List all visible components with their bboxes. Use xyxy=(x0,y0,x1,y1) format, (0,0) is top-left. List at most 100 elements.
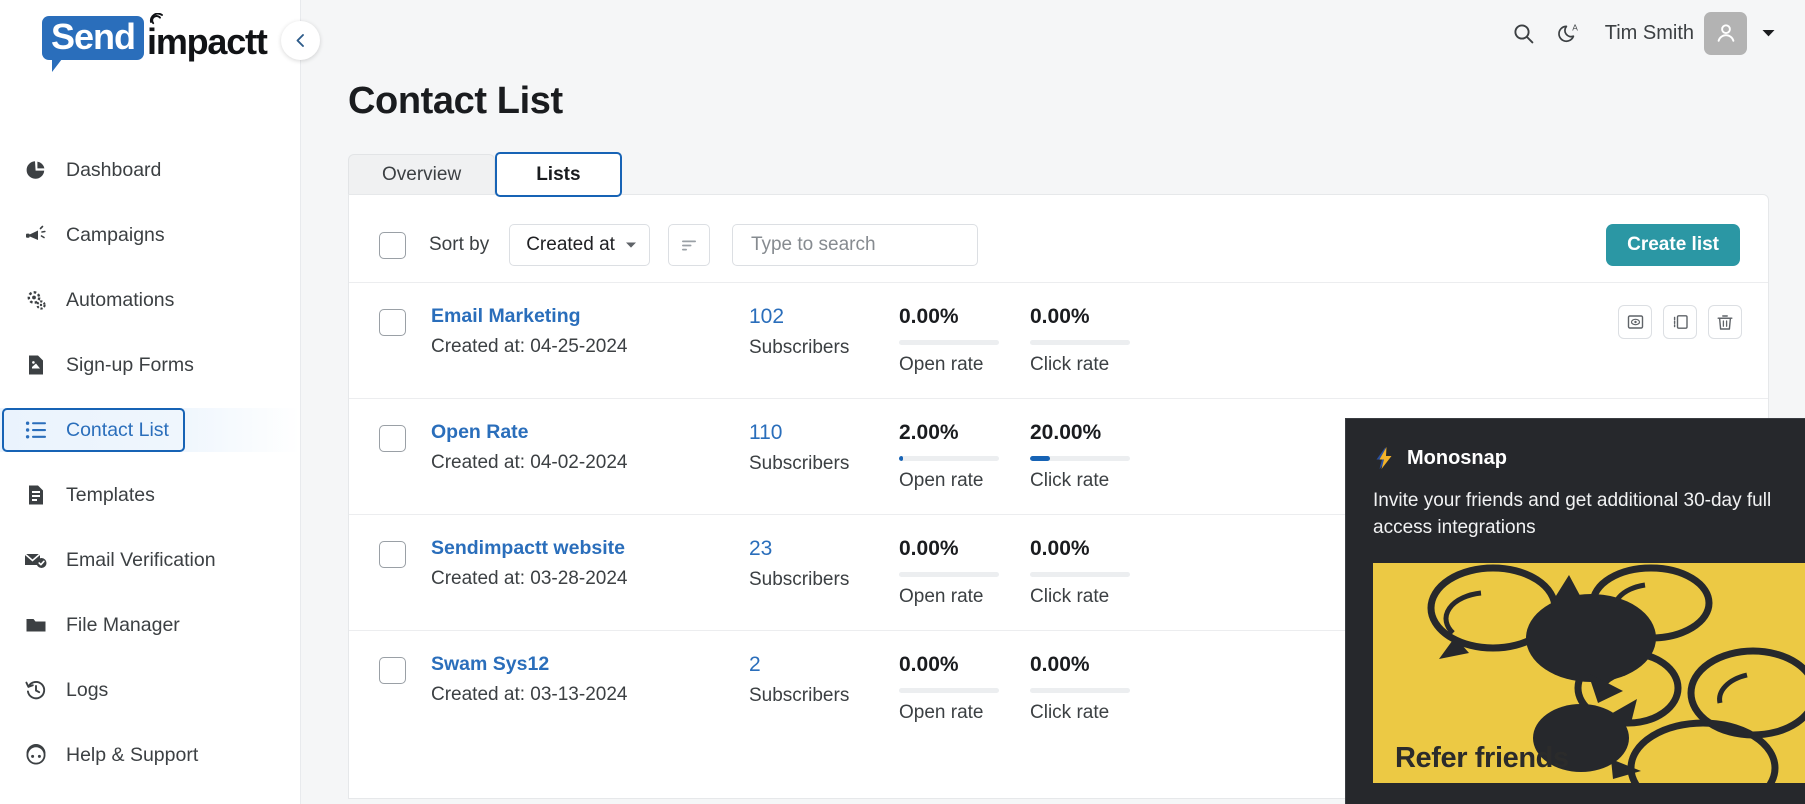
sort-field-select[interactable]: Created at xyxy=(509,224,650,266)
list-search-box[interactable] xyxy=(731,224,996,266)
sidebar-item-campaigns[interactable]: Campaigns xyxy=(0,213,300,257)
logo-word-wrap: impactt xyxy=(147,13,268,62)
open-rate-bar xyxy=(899,572,999,577)
click-rate-bar-fill xyxy=(1030,456,1050,461)
folder-icon xyxy=(22,616,50,634)
template-document-icon xyxy=(22,484,50,506)
subscribers-cell: 23 Subscribers xyxy=(749,537,899,591)
click-rate-label: Click rate xyxy=(1030,586,1110,607)
sidebar-item-templates[interactable]: Templates xyxy=(0,473,300,517)
sort-descending-icon xyxy=(681,240,696,251)
click-rate-cell: 0.00% Click rate xyxy=(1030,537,1161,608)
open-rate-bar xyxy=(899,340,999,345)
megaphone-icon xyxy=(22,224,50,246)
list-name-link[interactable]: Open Rate xyxy=(431,421,749,444)
pie-chart-icon xyxy=(22,159,50,181)
caret-down-icon xyxy=(1762,30,1774,37)
open-rate-label: Open rate xyxy=(899,586,984,607)
gears-icon xyxy=(22,289,50,312)
row-checkbox[interactable] xyxy=(379,309,406,336)
table-row[interactable]: Email Marketing Created at: 04-25-2024 1… xyxy=(349,282,1768,398)
open-rate-label: Open rate xyxy=(899,470,984,491)
open-rate-cell: 0.00% Open rate xyxy=(899,305,1030,376)
wifi-signal-icon xyxy=(149,13,163,25)
sidebar-item-label: Contact List xyxy=(66,418,169,441)
subscribers-count[interactable]: 110 xyxy=(749,421,899,445)
row-name-cell: Swam Sys12 Created at: 03-13-2024 xyxy=(431,653,749,706)
sidebar-item-label: Automations xyxy=(66,288,175,311)
logo-word-text: impactt xyxy=(147,21,268,62)
click-rate-value: 20.00% xyxy=(1030,421,1102,444)
sidebar-item-label: Logs xyxy=(66,678,109,701)
search-input[interactable] xyxy=(750,234,996,256)
svg-text:A: A xyxy=(1572,22,1578,32)
sort-direction-button[interactable] xyxy=(667,224,710,266)
sidebar-item-help-support[interactable]: Help & Support xyxy=(0,733,300,777)
select-all-checkbox[interactable] xyxy=(379,231,406,259)
click-rate-bar xyxy=(1030,688,1130,693)
subscribers-count[interactable]: 102 xyxy=(749,305,899,329)
headset-icon xyxy=(22,744,50,766)
subscribers-cell: 2 Subscribers xyxy=(749,653,899,707)
open-rate-label: Open rate xyxy=(899,354,984,375)
create-list-button[interactable]: Create list xyxy=(1606,224,1740,266)
sidebar-item-logs[interactable]: Logs xyxy=(0,668,300,712)
tab-label: Overview xyxy=(382,164,462,185)
open-rate-bar xyxy=(899,688,999,693)
sidebar-item-file-manager[interactable]: File Manager xyxy=(0,603,300,647)
row-checkbox[interactable] xyxy=(379,657,406,684)
subscribers-label: Subscribers xyxy=(749,337,850,358)
open-rate-value: 0.00% xyxy=(899,305,959,328)
list-name-link[interactable]: Sendimpactt website xyxy=(431,537,749,560)
sidebar-collapse-button[interactable] xyxy=(281,21,320,60)
row-checkbox[interactable] xyxy=(379,425,406,452)
sidebar-item-label: Sign-up Forms xyxy=(66,353,194,376)
sort-by-label: Sort by xyxy=(429,234,490,255)
sidebar-item-automations[interactable]: Automations xyxy=(0,278,300,322)
user-menu-button[interactable] xyxy=(1753,18,1783,48)
sidebar-item-label: File Manager xyxy=(66,613,180,636)
subscribers-count[interactable]: 23 xyxy=(749,537,899,561)
history-clock-icon xyxy=(22,679,50,701)
sidebar-item-contact-list[interactable]: Contact List xyxy=(0,408,300,452)
sidebar: Send impactt Dashboard Campaigns Automat… xyxy=(0,0,320,804)
lists-toolbar: Sort by Created at Type to search Create… xyxy=(349,195,1768,266)
tab-overview[interactable]: Overview xyxy=(348,154,496,195)
click-rate-cell: 20.00% Click rate xyxy=(1030,421,1161,492)
monosnap-message: Invite your friends and get additional 3… xyxy=(1373,490,1772,538)
delete-button[interactable] xyxy=(1708,305,1742,339)
list-created-date: Created at: 04-25-2024 xyxy=(431,336,628,357)
duplicate-button[interactable] xyxy=(1663,305,1697,339)
click-rate-bar xyxy=(1030,572,1130,577)
logo-mark-text: Send xyxy=(51,16,136,57)
theme-toggle-button[interactable]: A xyxy=(1547,10,1593,56)
list-name-link[interactable]: Email Marketing xyxy=(431,305,749,328)
click-rate-cell: 0.00% Click rate xyxy=(1030,305,1161,376)
topbar: A Tim Smith xyxy=(301,0,1805,66)
list-name-link[interactable]: Swam Sys12 xyxy=(431,653,749,676)
sidebar-item-signup-forms[interactable]: Sign-up Forms xyxy=(0,343,300,387)
tab-label: Lists xyxy=(536,163,581,185)
monosnap-header: Monosnap xyxy=(1346,419,1805,470)
monosnap-notification[interactable]: Monosnap Invite your friends and get add… xyxy=(1345,418,1805,804)
logo[interactable]: Send impactt xyxy=(0,0,300,76)
preview-button[interactable] xyxy=(1618,305,1652,339)
list-icon xyxy=(22,420,50,440)
open-rate-label: Open rate xyxy=(899,702,984,723)
subscribers-count[interactable]: 2 xyxy=(749,653,899,677)
sidebar-item-email-verification[interactable]: Email Verification xyxy=(0,538,300,582)
avatar[interactable] xyxy=(1704,11,1747,55)
click-rate-label: Click rate xyxy=(1030,354,1110,375)
main-area: A Tim Smith Contact List Overview Lists … xyxy=(301,0,1805,804)
row-checkbox[interactable] xyxy=(379,541,406,568)
subscribers-label: Subscribers xyxy=(749,569,850,590)
sidebar-item-dashboard[interactable]: Dashboard xyxy=(0,148,300,192)
global-search-button[interactable] xyxy=(1501,10,1547,56)
monosnap-title: Monosnap xyxy=(1407,446,1507,469)
open-rate-cell: 0.00% Open rate xyxy=(899,653,1030,724)
monosnap-banner-image[interactable]: Refer friends xyxy=(1373,562,1805,783)
tab-lists[interactable]: Lists xyxy=(495,152,622,197)
click-rate-value: 0.00% xyxy=(1030,653,1090,676)
sidebar-item-label: Campaigns xyxy=(66,223,165,246)
preview-icon xyxy=(1627,315,1643,329)
